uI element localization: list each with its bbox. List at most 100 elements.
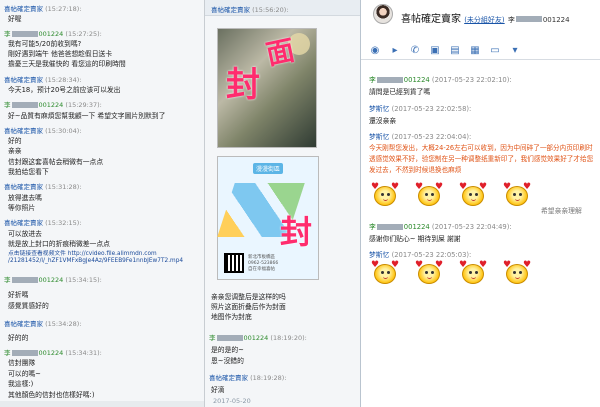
sender-name: 李 — [369, 76, 376, 84]
sender-name: 喜帖確定賣家 — [4, 219, 43, 227]
message-header: 李 001224 (15:29:37): — [4, 99, 102, 109]
screen-icon[interactable]: ▭ — [487, 44, 503, 58]
sender-suffix: 001224 — [38, 30, 64, 38]
chat-icon[interactable]: ◉ — [367, 44, 383, 58]
cat-sticker-icon: ♥ ♥ — [371, 261, 399, 287]
more-icon[interactable]: ▾ — [507, 44, 523, 58]
timestamp: (18:19:20): — [270, 334, 307, 342]
timestamp: (15:29:37): — [65, 101, 102, 109]
scrollbar[interactable] — [0, 401, 204, 407]
message-header: 喜帖確定賣家 (15:31:28): — [4, 181, 82, 191]
cover-text-1: 封 — [226, 65, 260, 105]
sender-name: 喜帖確定賣家 — [211, 6, 250, 14]
message-header: 喜帖確定賣家 (15:32:15): — [4, 217, 82, 227]
message-header: 喜帖確定賣家 (15:34:28): — [4, 318, 82, 328]
redacted-block — [515, 16, 542, 22]
message-text: 請問是已經到貨了嗎 — [369, 88, 431, 96]
sender-suffix: 001224 — [38, 276, 64, 284]
chat-history-middle[interactable]: 喜帖確定賣家 (15:56:20): 封 面 漫漫街區 封 新北市板橋區 096… — [205, 0, 360, 407]
photo-invitation-cover[interactable]: 封 面 — [217, 28, 317, 148]
chat-window[interactable]: 喜帖確定賣家 (未分組好友) 李 001224 ◉ ▸ ✆ ▣ ▤ ▦ ▭ ▾ 李… — [360, 0, 600, 407]
message-text: 信封團隊 — [8, 359, 36, 367]
message-header: 喜帖確定賣家 (15:27:18): — [4, 3, 82, 13]
redacted-block — [11, 277, 38, 283]
message-header: 梦斯忆 (2017-05-23 22:04:04): — [369, 131, 471, 141]
message-text: 恩~沒錯的 — [211, 357, 244, 365]
timestamp: (15:56:20): — [252, 6, 289, 14]
sender-suffix: 001224 — [243, 334, 269, 342]
message-text: 是的是的~ — [211, 346, 244, 354]
redacted-block — [11, 102, 38, 108]
cat-sticker-icon: ♥ ♥ — [415, 183, 443, 209]
shop-line: 自在幸福喜帖 — [248, 267, 275, 272]
timestamp: (2017-05-23 22:05:03): — [391, 251, 472, 259]
cat-sticker-icon: ♥ ♥ — [459, 183, 487, 209]
qr-code-icon — [224, 253, 244, 273]
message-header: 喜帖確定賣家 (15:56:20): — [211, 4, 289, 14]
cat-sticker-icon: ♥ ♥ — [415, 261, 443, 287]
map-title: 漫漫街區 — [253, 163, 284, 174]
timestamp: (15:32:15): — [45, 219, 82, 227]
calendar-icon[interactable]: ▤ — [447, 44, 463, 58]
message-header: 李 001224 (15:27:25): — [4, 28, 102, 38]
video-icon[interactable]: ▸ — [387, 44, 403, 58]
sticker-caption: 希望亲亲理解 — [541, 207, 582, 215]
redacted-block — [11, 31, 38, 37]
sender-name: 喜帖確定賣家 — [4, 127, 43, 135]
timestamp: (15:34:28): — [45, 320, 82, 328]
message-text: 我有可能5/20前收到嗎? — [8, 40, 82, 48]
sender-name: 喜帖確定賣家 — [4, 5, 43, 13]
sender-name: 喜帖確定賣家 — [4, 320, 43, 328]
sender-name: 李 — [4, 101, 11, 109]
map-address: 新北市板橋區 0962-523866 自在幸福喜帖 — [248, 255, 278, 273]
message-text: 今天18，预计20号之前应该可以发出 — [8, 86, 121, 94]
cat-sticker-icon: ♥ ♥ — [503, 261, 531, 287]
grid-icon[interactable]: ▦ — [467, 44, 483, 58]
redacted-block — [11, 350, 38, 356]
timestamp: (15:34:15): — [65, 276, 102, 284]
folder-icon[interactable]: ▣ — [427, 44, 443, 58]
message-text: 其他顏色的信封也信樣好嗎:) — [8, 391, 95, 399]
sender-name: 李 — [4, 276, 11, 284]
timestamp: (15:27:18): — [45, 5, 82, 13]
sender-name: 李 — [4, 349, 11, 357]
message-header: 李 001224 (2017-05-23 22:02:10): — [369, 74, 512, 84]
video-link[interactable]: /21281452/l/_hZF1VMFxBgJe4Az/9FEEB9Fe1nn… — [8, 258, 183, 264]
chat-history-left[interactable]: 喜帖確定賣家 (15:27:18): 好喔 李 001224 (15:27:25)… — [0, 0, 205, 407]
sender-name: 李 — [369, 223, 376, 231]
sender-name: 梦斯忆 — [369, 105, 390, 113]
message-text: 我拍给您看下 — [8, 168, 49, 176]
message-text: 可以放进去 — [8, 230, 42, 238]
friend-status-link[interactable]: (未分組好友) — [464, 16, 504, 24]
video-link[interactable]: 点击链接查看视频文件 http://cvideo.file.alimmdn.co… — [8, 248, 157, 257]
message-text: 好~品質有麻煩您幫我顧一下 希望文字圖片別默到了 — [8, 112, 166, 120]
avatar[interactable] — [373, 4, 393, 24]
message-text: 擔憂三天是我催快的 看您這的印刷時間 — [8, 60, 126, 68]
toolbar: ◉ ▸ ✆ ▣ ▤ ▦ ▭ ▾ — [361, 44, 600, 60]
date-divider: 2017-05-20 — [213, 397, 251, 405]
message-text: 好喔 — [8, 15, 22, 23]
chat-header: 喜帖確定賣家 (未分組好友) 李 001224 ◉ ▸ ✆ ▣ ▤ ▦ ▭ ▾ — [361, 0, 600, 60]
timestamp: (2017-05-23 22:02:10): — [431, 76, 512, 84]
message-header: 梦斯忆 (2017-05-23 22:05:03): — [369, 249, 471, 259]
message-text: 還沒亲亲 — [369, 117, 397, 125]
contact-name: 李 — [507, 16, 515, 24]
sender-name: 李 — [209, 334, 216, 342]
message-text: 就是放上封口的折痕稍微差一点点 — [8, 240, 110, 248]
cat-sticker-icon: ♥ ♥ — [503, 183, 531, 209]
photo-invitation-map[interactable]: 漫漫街區 封 新北市板橋區 0962-523866 自在幸福喜帖 — [217, 156, 319, 280]
timestamp: (15:34:31): — [65, 349, 102, 357]
phone-icon[interactable]: ✆ — [407, 44, 423, 58]
timestamp: (2017-05-23 22:04:04): — [391, 133, 472, 141]
message-paragraph: 今天刚帮您发出，大概24-26左右可以收到，因为中间碎了一部分内页印刷时透感觉效… — [369, 144, 594, 174]
redacted-block — [376, 224, 403, 230]
timestamp: (15:30:04): — [45, 127, 82, 135]
cat-sticker-icon: ♥ ♥ — [371, 183, 399, 209]
redacted-block — [216, 335, 243, 341]
message-text: 剛好遇到端午 他爸爸想趁假日送卡 — [8, 50, 113, 58]
message-text: 我這樣:) — [8, 380, 34, 388]
message-text: 信封跟这套喜帖会稍微有一点点 — [8, 158, 104, 166]
timestamp: (2017-05-23 22:02:58): — [391, 105, 472, 113]
sender-suffix: 001224 — [403, 223, 430, 231]
sender-name: 喜帖確定賣家 — [209, 374, 248, 382]
